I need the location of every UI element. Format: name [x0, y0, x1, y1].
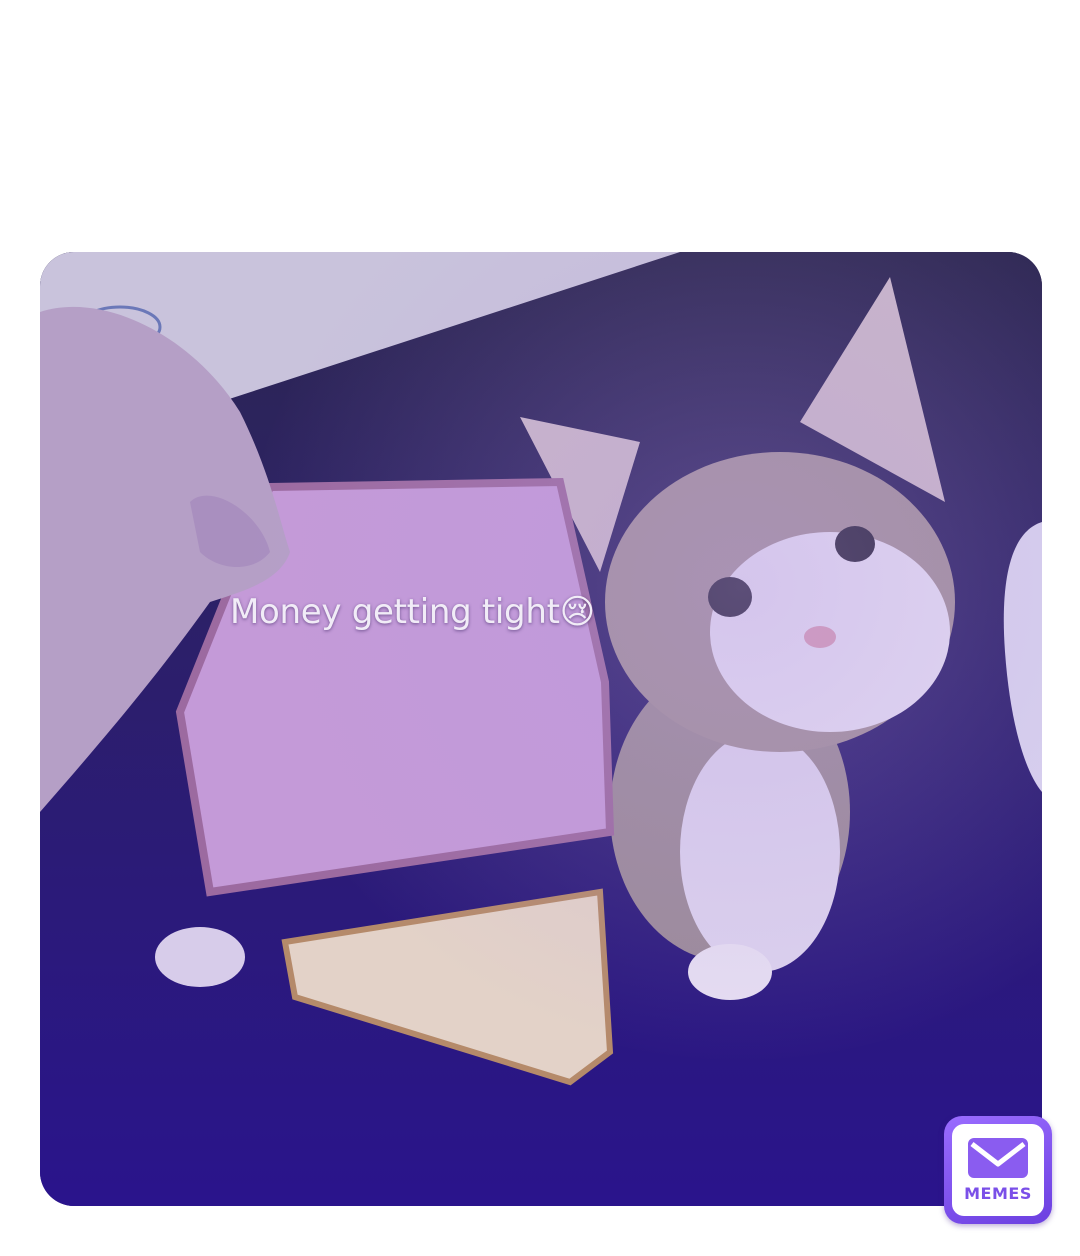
kitten-bread-illustration: [40, 252, 1042, 1206]
badge-label: MEMES: [964, 1184, 1032, 1203]
meme-caption: Money getting tight😢: [230, 592, 595, 632]
meme-photo: Money getting tight😢: [40, 252, 1042, 1206]
caption-text: Money getting tight: [230, 592, 560, 632]
crying-face-emoji: 😢: [559, 592, 595, 632]
badge-inner: MEMES: [952, 1124, 1044, 1216]
envelope-icon: [968, 1138, 1028, 1178]
memes-watermark-badge[interactable]: MEMES: [944, 1116, 1052, 1224]
meme-page: Money getting tight😢 MEMES: [0, 0, 1080, 1256]
